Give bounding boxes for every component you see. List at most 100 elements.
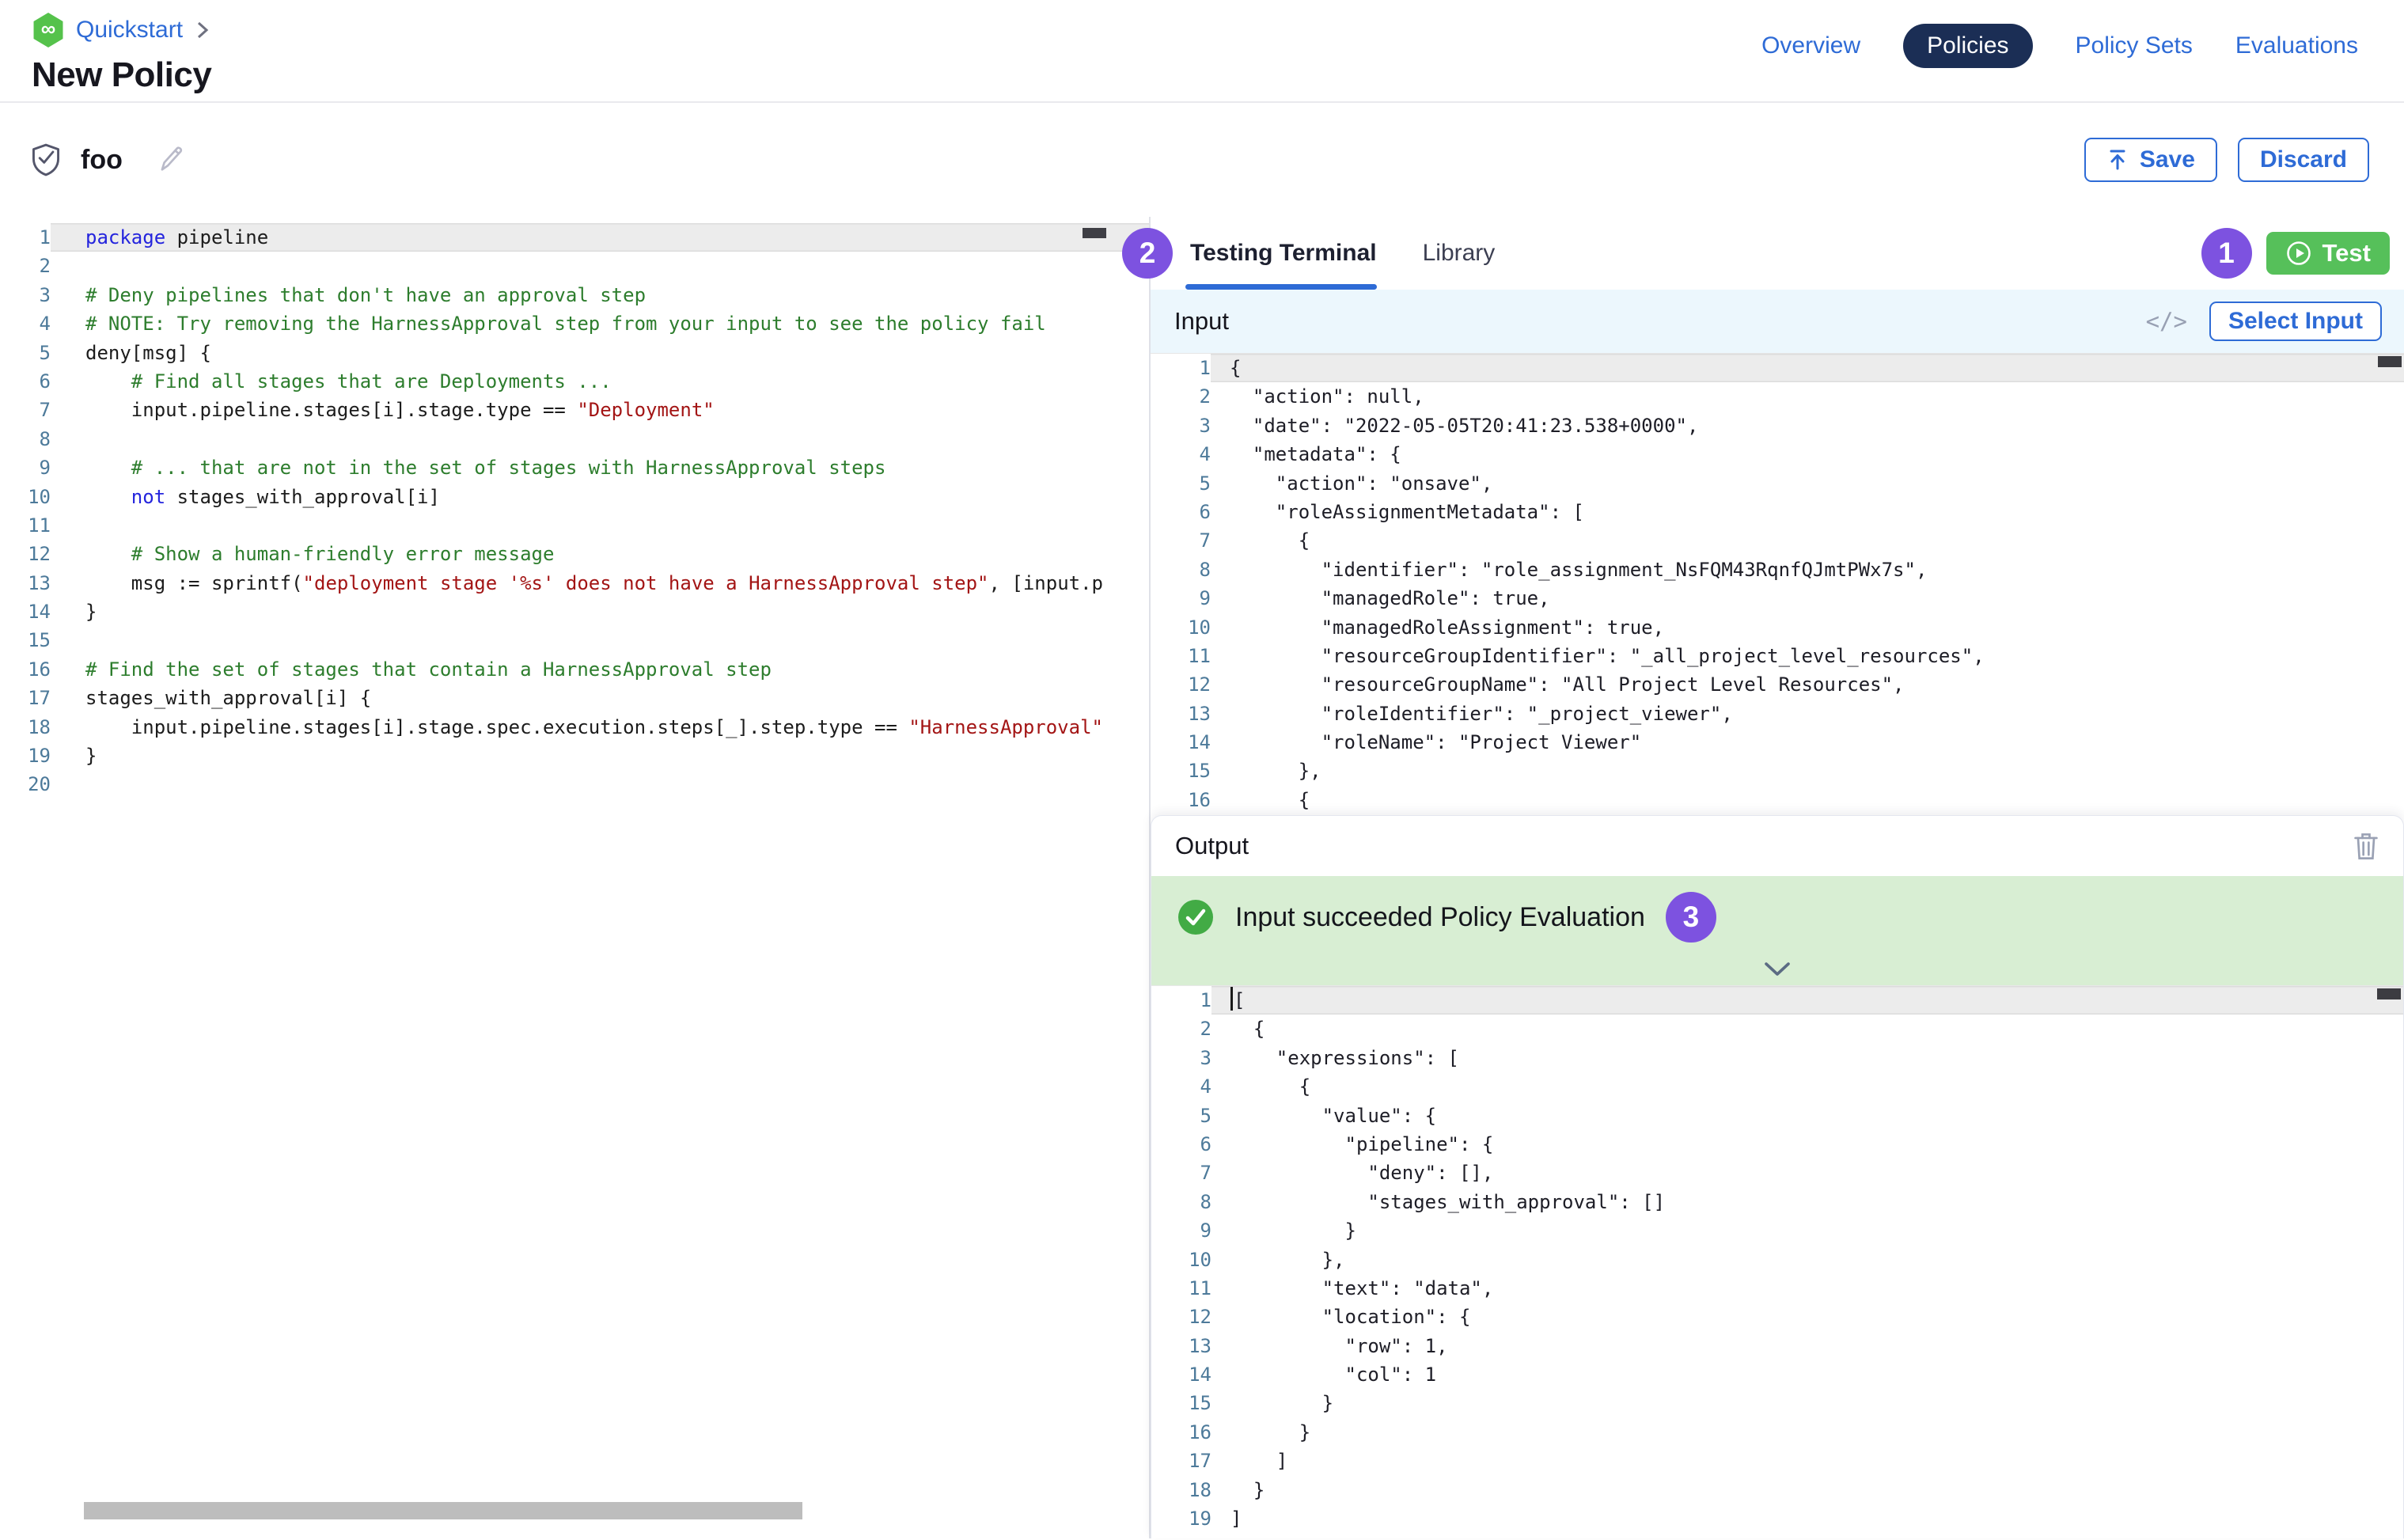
line-number: 14: [1151, 1360, 1211, 1389]
line-number: 2: [1151, 382, 1211, 411]
line-number: 11: [1151, 1274, 1211, 1303]
annotation-badge-2: 2: [1122, 228, 1173, 279]
line-number: 3: [1151, 412, 1211, 440]
line-number: 2: [1151, 1015, 1211, 1043]
nav-tab-overview[interactable]: Overview: [1761, 32, 1860, 59]
play-circle-icon: [2285, 240, 2312, 267]
code-line: 14 "col": 1: [1151, 1360, 2403, 1389]
testing-terminal-panel: 2 Testing Terminal Library 1 Test Input …: [1149, 217, 2404, 1538]
line-number: 3: [0, 281, 51, 309]
code-line: 5 "value": {: [1151, 1102, 2403, 1130]
editor-overview-ruler-mark: [1083, 228, 1106, 238]
success-check-icon: [1177, 898, 1215, 936]
code-line: 14 "roleName": "Project Viewer": [1151, 728, 2404, 757]
code-line: 17stages_with_approval[i] {: [0, 684, 1149, 712]
test-button[interactable]: Test: [2266, 232, 2390, 275]
line-number: 16: [0, 655, 51, 684]
save-label: Save: [2140, 146, 2195, 173]
line-number: 17: [1151, 1447, 1211, 1475]
code-line: 2: [0, 252, 1149, 280]
code-line: 15 }: [1151, 1389, 2403, 1417]
nav-tab-evaluations[interactable]: Evaluations: [2235, 32, 2358, 59]
code-line: 8 "stages_with_approval": []: [1151, 1188, 2403, 1216]
code-line: 4 {: [1151, 1072, 2403, 1101]
line-number: 12: [1151, 670, 1211, 699]
breadcrumb-project-link[interactable]: Quickstart: [76, 17, 183, 44]
select-input-button[interactable]: Select Input: [2209, 302, 2382, 341]
policy-code-lines[interactable]: 1package pipeline23# Deny pipelines that…: [0, 223, 1149, 799]
line-number: 7: [1151, 1159, 1211, 1187]
code-line: 9 }: [1151, 1216, 2403, 1245]
line-number: 5: [0, 339, 51, 367]
main-area: 1package pipeline23# Deny pipelines that…: [0, 217, 2404, 1538]
discard-button[interactable]: Discard: [2238, 138, 2369, 182]
line-number: 11: [0, 511, 51, 540]
code-line: 11 "text": "data",: [1151, 1274, 2403, 1303]
line-number: 18: [0, 713, 51, 742]
code-line: 19]: [1151, 1504, 2403, 1533]
line-number: 10: [1151, 1246, 1211, 1274]
code-line: 6 "pipeline": {: [1151, 1130, 2403, 1159]
shield-check-icon: [30, 142, 62, 177]
line-number: 19: [0, 742, 51, 770]
line-number: 8: [1151, 1188, 1211, 1216]
save-button[interactable]: Save: [2084, 138, 2217, 182]
code-line: 7 "deny": [],: [1151, 1159, 2403, 1187]
code-line: 13 msg := sprintf("deployment stage '%s'…: [0, 569, 1149, 597]
code-line: 5deny[msg] {: [0, 339, 1149, 367]
trash-icon[interactable]: [2353, 831, 2379, 861]
line-number: 6: [1151, 498, 1211, 526]
code-line: 11: [0, 511, 1149, 540]
project-logo-icon: ∞: [32, 13, 65, 47]
test-label: Test: [2322, 239, 2371, 267]
output-code-editor[interactable]: 1[2 {3 "expressions": [4 {5 "value": {6 …: [1151, 985, 2403, 1538]
line-number: 5: [1151, 1102, 1211, 1130]
output-section: Output Input succeeded Policy Evaluation: [1151, 815, 2404, 1538]
code-line: 7 {: [1151, 526, 2404, 555]
line-number: 7: [1151, 526, 1211, 555]
code-line: 9 # ... that are not in the set of stage…: [0, 453, 1149, 482]
line-number: 10: [0, 483, 51, 511]
nav-tab-policy-sets[interactable]: Policy Sets: [2076, 32, 2193, 59]
code-line: 12 "resourceGroupName": "All Project Lev…: [1151, 670, 2404, 699]
line-number: 18: [1151, 1476, 1211, 1504]
line-number: 15: [0, 626, 51, 654]
code-line: 20: [0, 770, 1149, 798]
code-line: 10 },: [1151, 1246, 2403, 1274]
input-code-editor[interactable]: 1{2 "action": null,3 "date": "2022-05-05…: [1151, 353, 2404, 815]
code-line: 17 ]: [1151, 1447, 2403, 1475]
input-title: Input: [1174, 307, 1229, 336]
line-number: 19: [1151, 1504, 1211, 1533]
code-line: 1package pipeline: [0, 223, 1149, 252]
code-line: 16 {: [1151, 786, 2404, 814]
tab-testing-terminal[interactable]: Testing Terminal: [1190, 240, 1377, 267]
output-code-lines[interactable]: 1[2 {3 "expressions": [4 {5 "value": {6 …: [1151, 986, 2403, 1533]
code-line: 1[: [1151, 986, 2403, 1015]
banner-status-text: Input succeeded Policy Evaluation: [1235, 902, 1645, 933]
input-scrollbar-thumb[interactable]: [2378, 356, 2402, 367]
policy-code-editor[interactable]: 1package pipeline23# Deny pipelines that…: [0, 217, 1149, 1538]
page-header: ∞ Quickstart New Policy Overview Policie…: [0, 0, 2404, 103]
evaluation-success-banner: Input succeeded Policy Evaluation 3: [1151, 876, 2403, 985]
code-line: 3 "expressions": [: [1151, 1044, 2403, 1072]
line-number: 20: [0, 770, 51, 798]
code-brackets-icon[interactable]: </>: [2146, 308, 2187, 335]
tab-library[interactable]: Library: [1423, 240, 1496, 267]
code-line: 8: [0, 425, 1149, 453]
line-number: 7: [0, 396, 51, 424]
nav-tab-policies[interactable]: Policies: [1903, 24, 2032, 68]
edit-pencil-icon[interactable]: [156, 144, 186, 176]
chevron-down-icon[interactable]: [1761, 960, 1793, 979]
text-cursor: [1230, 987, 1233, 1011]
output-scrollbar-thumb[interactable]: [2377, 988, 2401, 999]
input-code-lines[interactable]: 1{2 "action": null,3 "date": "2022-05-05…: [1151, 354, 2404, 814]
line-number: 16: [1151, 786, 1211, 814]
line-number: 6: [1151, 1130, 1211, 1159]
code-line: 3 "date": "2022-05-05T20:41:23.538+0000"…: [1151, 412, 2404, 440]
line-number: 9: [1151, 584, 1211, 613]
annotation-badge-3: 3: [1666, 892, 1716, 943]
editor-horizontal-scrollbar[interactable]: [84, 1502, 802, 1519]
line-number: 12: [0, 540, 51, 568]
save-upload-icon: [2106, 148, 2129, 172]
line-number: 14: [1151, 728, 1211, 757]
